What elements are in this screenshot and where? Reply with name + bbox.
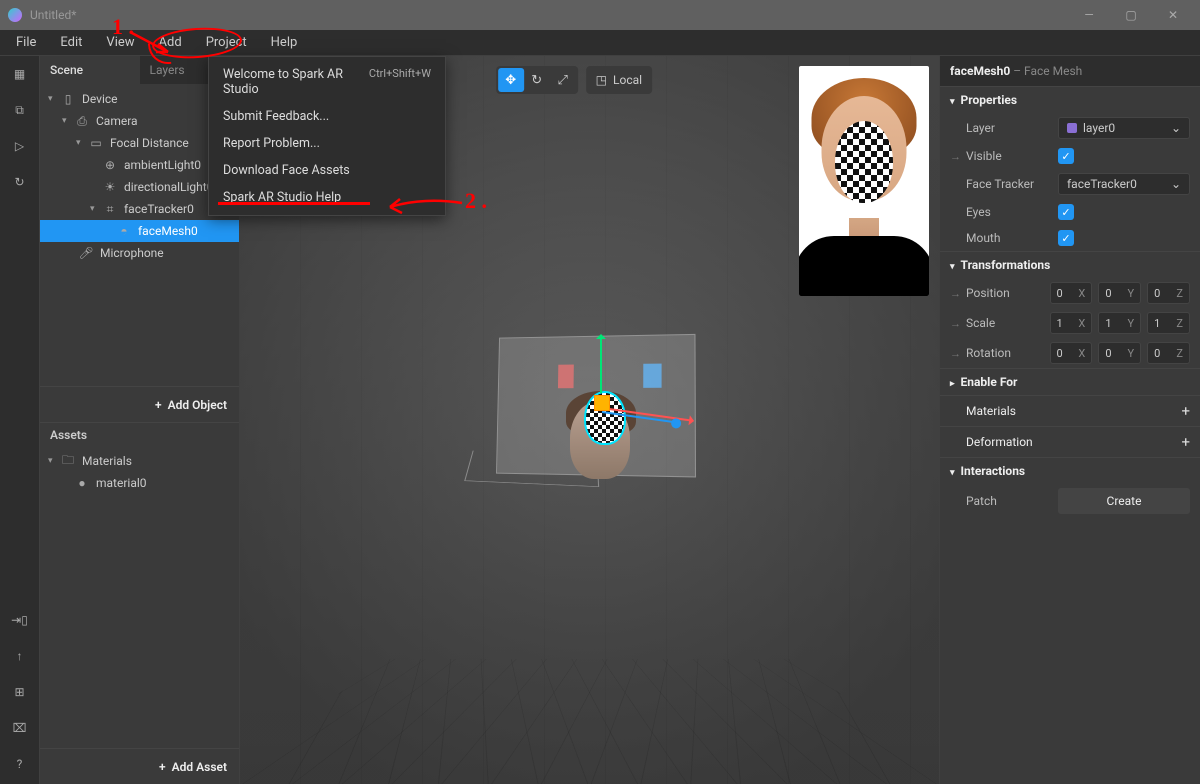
pos-y[interactable]: 0Y (1098, 282, 1141, 304)
camera-icon[interactable]: ⧉ (10, 100, 30, 120)
sphere-icon: ● (74, 475, 90, 491)
folder-icon: 🗀 (60, 453, 76, 469)
eyes-checkbox[interactable]: ✓ (1058, 204, 1074, 220)
assets-title: Assets (40, 422, 239, 446)
upload-icon[interactable]: ↑ (10, 646, 30, 666)
visible-checkbox[interactable]: ✓ (1058, 148, 1074, 164)
axis-y[interactable] (600, 337, 602, 393)
rot-x[interactable]: 0X (1050, 342, 1093, 364)
tab-scene[interactable]: Scene (40, 56, 140, 84)
refresh-icon[interactable]: ↻ (10, 172, 30, 192)
mic-icon: 🎤︎ (78, 245, 94, 261)
library-icon[interactable]: ⊞ (10, 682, 30, 702)
scene-content (460, 283, 720, 513)
layer-color-swatch (1067, 123, 1077, 133)
section-interactions[interactable]: Interactions (940, 457, 1200, 484)
viewport-toolbar: ✥ ↻ ⤢ ◳ Local (496, 66, 652, 94)
assets-tree: 🗀Materials ●material0 (40, 446, 239, 748)
tool-scale[interactable]: ⤢ (550, 68, 576, 92)
section-transformations[interactable]: Transformations (940, 251, 1200, 278)
add-object-button[interactable]: +Add Object (40, 386, 239, 422)
help-report[interactable]: Report Problem... (209, 130, 445, 157)
add-deformation-button[interactable]: + (1181, 433, 1190, 451)
help-welcome[interactable]: Welcome to Spark AR StudioCtrl+Shift+W (209, 61, 445, 103)
assets-material0[interactable]: ●material0 (40, 472, 239, 494)
chevron-down-icon: ⌄ (1171, 121, 1181, 135)
section-properties[interactable]: Properties (940, 86, 1200, 113)
scale-z[interactable]: 1Z (1147, 312, 1190, 334)
add-material-button[interactable]: + (1181, 402, 1190, 420)
maximize-button[interactable]: ▢ (1116, 8, 1146, 22)
titlebar: Untitled* — ▢ ✕ (0, 0, 1200, 30)
create-patch-button[interactable]: Create (1058, 488, 1190, 514)
help-docs[interactable]: Spark AR Studio Help (209, 184, 445, 211)
minimize-button[interactable]: — (1074, 8, 1104, 22)
rot-y[interactable]: 0Y (1098, 342, 1141, 364)
tree-facemesh[interactable]: ◓faceMesh0 (40, 220, 239, 242)
play-icon[interactable]: ▷ (10, 136, 30, 156)
cube-icon: ◳ (596, 73, 607, 87)
tool-move[interactable]: ✥ (498, 68, 524, 92)
section-materials[interactable]: Materials+ (940, 395, 1200, 426)
menu-view[interactable]: View (94, 31, 146, 54)
scale-y[interactable]: 1Y (1098, 312, 1141, 334)
menu-project[interactable]: Project (194, 31, 259, 54)
inspector-title: faceMesh0 – Face Mesh (940, 56, 1200, 86)
tree-microphone[interactable]: 🎤︎Microphone (40, 242, 239, 264)
shield-icon: ◓ (116, 223, 132, 239)
section-deformation[interactable]: Deformation+ (940, 426, 1200, 457)
mouth-checkbox[interactable]: ✓ (1058, 230, 1074, 246)
menubar: File Edit View Add Project Help (0, 30, 1200, 56)
pos-x[interactable]: 0X (1050, 282, 1093, 304)
viewport-icon[interactable]: ▦ (10, 64, 30, 84)
menu-add[interactable]: Add (147, 31, 194, 54)
left-rail: ▦ ⧉ ▷ ↻ ⇥▯ ↑ ⊞ ⌧ ? (0, 56, 40, 784)
device-icon: ▯ (60, 91, 76, 107)
mobile-icon[interactable]: ⇥▯ (10, 610, 30, 630)
chevron-down-icon: ⌄ (1171, 177, 1181, 191)
facetracker-icon: ⌗ (102, 201, 118, 217)
menu-help[interactable]: Help (259, 31, 310, 54)
dirlight-icon: ☀ (102, 179, 118, 195)
menu-edit[interactable]: Edit (48, 31, 94, 54)
help-dropdown: Welcome to Spark AR StudioCtrl+Shift+W S… (208, 56, 446, 216)
pos-z[interactable]: 0Z (1147, 282, 1190, 304)
rot-z[interactable]: 0Z (1147, 342, 1190, 364)
help-icon[interactable]: ? (10, 754, 30, 774)
gizmo-center[interactable] (594, 395, 610, 411)
window-title: Untitled* (30, 8, 1074, 22)
app-logo (8, 8, 22, 22)
camera-preview[interactable] (799, 66, 929, 296)
focal-icon: ▭ (88, 135, 104, 151)
section-enablefor[interactable]: Enable For (940, 368, 1200, 395)
space-toggle[interactable]: ◳ Local (586, 66, 652, 94)
preview-face-mesh (835, 121, 893, 203)
help-feedback[interactable]: Submit Feedback... (209, 103, 445, 130)
scale-x[interactable]: 1X (1050, 312, 1093, 334)
help-download-face-assets[interactable]: Download Face Assets (209, 157, 445, 184)
tool-rotate[interactable]: ↻ (524, 68, 550, 92)
menu-file[interactable]: File (4, 31, 48, 54)
inspector: faceMesh0 – Face Mesh Properties Layer l… (939, 56, 1200, 784)
globe-icon: ⊕ (102, 157, 118, 173)
camera-tree-icon: ⎙ (74, 113, 90, 129)
bug-icon[interactable]: ⌧ (10, 718, 30, 738)
add-asset-button[interactable]: +Add Asset (40, 748, 239, 784)
assets-materials[interactable]: 🗀Materials (40, 450, 239, 472)
close-button[interactable]: ✕ (1158, 8, 1188, 22)
facetracker-select[interactable]: faceTracker0⌄ (1058, 173, 1190, 195)
layer-select[interactable]: layer0⌄ (1058, 117, 1190, 139)
